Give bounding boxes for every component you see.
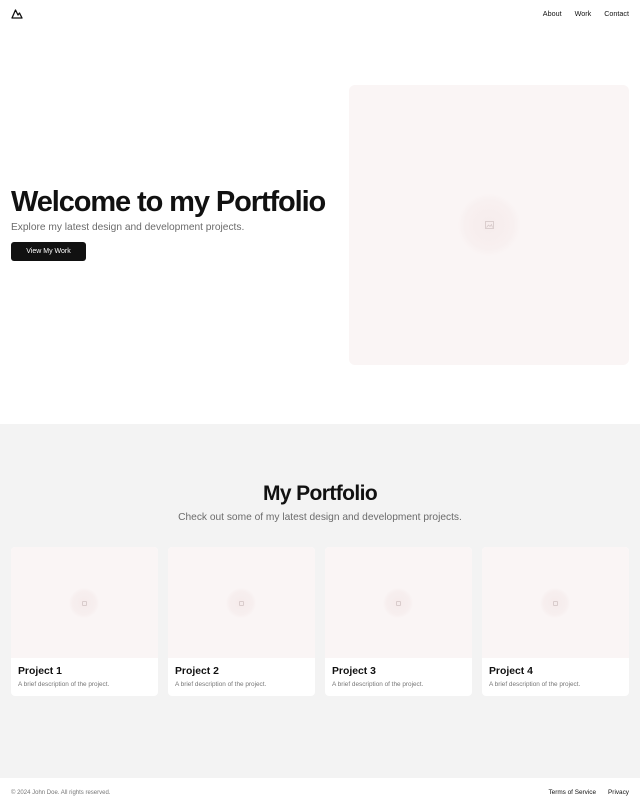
project-title: Project 2 <box>175 666 219 677</box>
project-card-2[interactable]: Project 2 A brief description of the pro… <box>168 547 315 696</box>
project-description: A brief description of the project. <box>332 681 424 688</box>
project-image-placeholder <box>325 547 472 658</box>
view-my-work-button[interactable]: View My Work <box>11 242 86 261</box>
nav-link-about[interactable]: About <box>543 9 562 18</box>
hero-image-placeholder <box>349 85 629 365</box>
image-icon <box>239 601 244 606</box>
project-title: Project 4 <box>489 666 533 677</box>
project-description: A brief description of the project. <box>175 681 267 688</box>
mountain-icon[interactable] <box>11 8 23 19</box>
image-icon <box>553 601 558 606</box>
image-icon <box>82 601 87 606</box>
portfolio-title: My Portfolio <box>262 482 378 505</box>
hero-title: Welcome to my Portfolio <box>11 186 326 218</box>
project-card-1[interactable]: Project 1 A brief description of the pro… <box>11 547 158 696</box>
image-icon <box>485 221 494 229</box>
footer: © 2024 John Doe. All rights reserved. Te… <box>0 778 640 808</box>
project-image-placeholder <box>11 547 158 658</box>
nav-link-contact[interactable]: Contact <box>604 9 629 18</box>
project-title: Project 3 <box>332 666 376 677</box>
project-description: A brief description of the project. <box>489 681 581 688</box>
hero-subtitle: Explore my latest design and development… <box>11 222 245 233</box>
project-image-placeholder <box>168 547 315 658</box>
project-image-placeholder <box>482 547 629 658</box>
project-title: Project 1 <box>18 666 62 677</box>
top-navigation: About Work Contact <box>0 0 640 28</box>
footer-links: Terms of Service Privacy <box>548 789 629 796</box>
portfolio-section: My Portfolio Check out some of my latest… <box>0 424 640 778</box>
image-icon <box>396 601 401 606</box>
footer-link-privacy[interactable]: Privacy <box>608 789 629 796</box>
project-description: A brief description of the project. <box>18 681 110 688</box>
footer-link-terms[interactable]: Terms of Service <box>548 789 596 796</box>
portfolio-subtitle: Check out some of my latest design and d… <box>178 512 462 523</box>
copyright-text: © 2024 John Doe. All rights reserved. <box>11 790 111 796</box>
nav-links: About Work Contact <box>543 9 629 18</box>
nav-link-work[interactable]: Work <box>575 9 592 18</box>
project-card-3[interactable]: Project 3 A brief description of the pro… <box>325 547 472 696</box>
project-card-4[interactable]: Project 4 A brief description of the pro… <box>482 547 629 696</box>
